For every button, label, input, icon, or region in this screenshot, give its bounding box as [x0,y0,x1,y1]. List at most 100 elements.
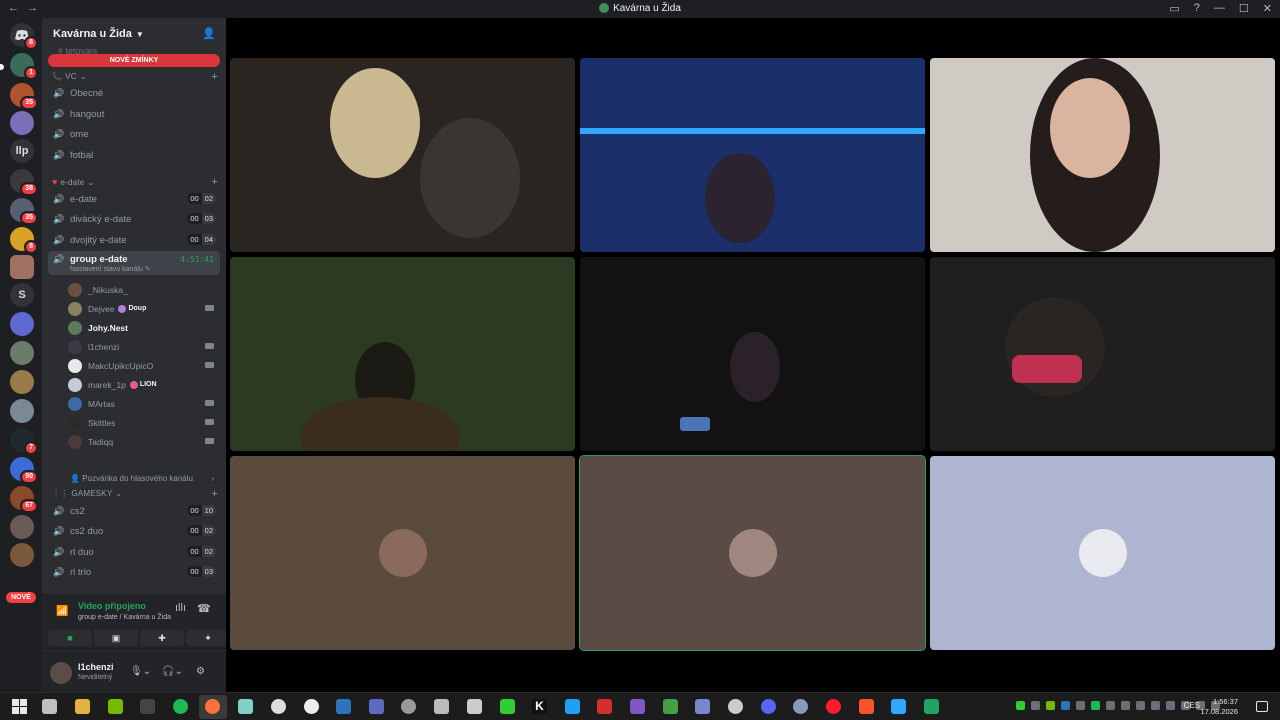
clock[interactable]: 1:56:37 17.08.2026 [1200,697,1238,717]
server-icon[interactable] [10,255,34,279]
avatar-tile[interactable] [230,456,575,650]
channel-status[interactable]: Nastavení stavu kanálu ✎ [70,265,151,273]
server-icon[interactable]: 8 [10,227,38,254]
voice-user[interactable]: Johy.Nest [68,319,218,336]
tray-icon[interactable] [1106,701,1115,710]
server-icon[interactable] [10,312,34,336]
voice-channel[interactable]: 🔊 ome [48,125,220,143]
signal-icon[interactable]: 📶 [56,606,68,617]
nvidia-icon[interactable] [108,699,123,714]
server-icon[interactable] [10,515,34,539]
voice-channel[interactable]: 🔊 hangout [48,105,220,123]
server-icon[interactable]: 35 [10,198,38,225]
shield-icon[interactable] [42,699,57,714]
avatar-tile[interactable] [930,456,1275,650]
tray-icon[interactable] [1031,701,1040,710]
server-icon[interactable] [10,370,34,394]
tray-icon[interactable] [1151,701,1160,710]
video-tile[interactable] [930,257,1275,451]
voice-channel[interactable]: 🔊 Obecné [48,84,220,102]
voice-user[interactable]: Dejvee Doup [68,300,218,317]
voice-channel-active[interactable]: 🔊 group e-date 4:51:41 Nastavení stavu ka… [48,251,220,275]
voice-user[interactable]: Skittles [68,414,218,431]
maximize-button[interactable]: ☐ [1239,2,1249,15]
avatar-tile-speaking[interactable] [579,455,926,651]
category-vc[interactable]: 📞 VC ⌄ + [52,71,220,83]
windows-start-icon[interactable] [12,699,27,714]
voice-user[interactable]: MakcUpikcUpicO [68,357,218,374]
tray-icon[interactable] [1166,701,1175,710]
close-button[interactable]: ✕ [1263,2,1272,15]
photoshop-icon[interactable] [891,699,906,714]
video-tile[interactable] [230,58,575,252]
discord-home-icon[interactable]: 8 [10,23,38,50]
add-channel-icon[interactable]: + [211,176,218,188]
disconnect-icon[interactable]: ☎ [197,602,211,615]
tray-icon[interactable] [1091,701,1100,710]
tray-icon[interactable] [1076,701,1085,710]
camera-button[interactable]: ■ [48,630,92,646]
language-indicator[interactable]: CES [1184,701,1200,710]
server-icon[interactable]: 67 [10,486,38,513]
soundboard-button[interactable]: ✦ [186,630,230,646]
video-tile[interactable] [580,257,925,451]
tray-icon[interactable] [1016,701,1025,710]
tray-icon[interactable] [1121,701,1130,710]
voice-channel[interactable]: 🔊 dvojitý e-date 00 04 [48,231,220,249]
voice-channel[interactable]: 🔊 e-date 00 02 [48,190,220,208]
tray-icon[interactable] [1061,701,1070,710]
server-icon[interactable]: 7 [10,428,38,455]
app-icon[interactable] [663,699,678,714]
app-icon[interactable] [565,699,580,714]
noise-suppression-icon[interactable]: ıllı [175,602,186,614]
tray-icon[interactable] [1136,701,1145,710]
voice-user[interactable]: l1chenzi [68,338,218,355]
kick-icon[interactable]: K [532,699,547,714]
headphones-icon[interactable]: 🎧⌄ [162,666,183,677]
voice-user[interactable]: marek_1p LION [68,376,218,393]
terminal-icon[interactable] [140,699,155,714]
activities-button[interactable]: ✚ [140,630,184,646]
server-icon[interactable] [10,111,34,135]
server-icon[interactable]: 1 [10,53,38,80]
app-icon[interactable] [630,699,645,714]
minimize-button[interactable]: — [1214,2,1225,15]
add-channel-icon[interactable]: + [211,71,218,83]
app-icon[interactable] [369,699,384,714]
app-icon[interactable] [695,699,710,714]
voice-status-title[interactable]: Video připojeno [78,601,146,611]
firefox-icon[interactable] [199,695,227,719]
server-icon[interactable]: 90 [10,457,38,484]
app-icon[interactable] [500,699,515,714]
notifications-icon[interactable] [1256,701,1268,712]
spotify-icon[interactable] [173,699,188,714]
inbox-icon[interactable]: ▭ [1169,2,1179,15]
new-mentions-banner[interactable]: NOVÉ ZMÍNKY [48,54,220,67]
opera-icon[interactable] [826,699,841,714]
voice-user[interactable]: MArtas [68,395,218,412]
microphone-icon[interactable]: 🎙⌄ [130,666,151,677]
voice-invite-row[interactable]: 👤 Pozvánka do hlasového kanálu › [70,474,220,483]
voice-status-subtitle[interactable]: group e-date / Kavárna u Žida [78,614,171,621]
tray-icon[interactable] [1046,701,1055,710]
server-icon[interactable]: 35 [10,83,38,110]
voice-user[interactable]: Tadiqq [68,433,218,450]
video-tile[interactable] [930,58,1275,252]
brave-icon[interactable] [859,699,874,714]
screen-share-button[interactable]: ▣ [94,630,138,646]
app-icon[interactable] [597,699,612,714]
video-tile[interactable] [580,58,925,252]
server-icon[interactable]: llp [10,139,34,163]
file-explorer-icon[interactable] [75,699,90,714]
app-icon[interactable] [401,699,416,714]
app-icon[interactable] [467,699,482,714]
video-tile[interactable] [230,257,575,451]
voice-channel[interactable]: 🔊 rl duo 00 02 [48,543,220,561]
voice-channel[interactable]: 🔊 divácký e-date 00 03 [48,210,220,228]
avatar[interactable] [50,662,72,684]
category-gamesky[interactable]: ⋮⋮ GAMESKY ⌄ + [52,488,220,500]
voice-user[interactable]: _Nikuska_ [68,281,218,298]
steam-icon[interactable] [336,699,351,714]
server-icon[interactable] [10,399,34,423]
server-icon[interactable]: S [10,283,34,307]
